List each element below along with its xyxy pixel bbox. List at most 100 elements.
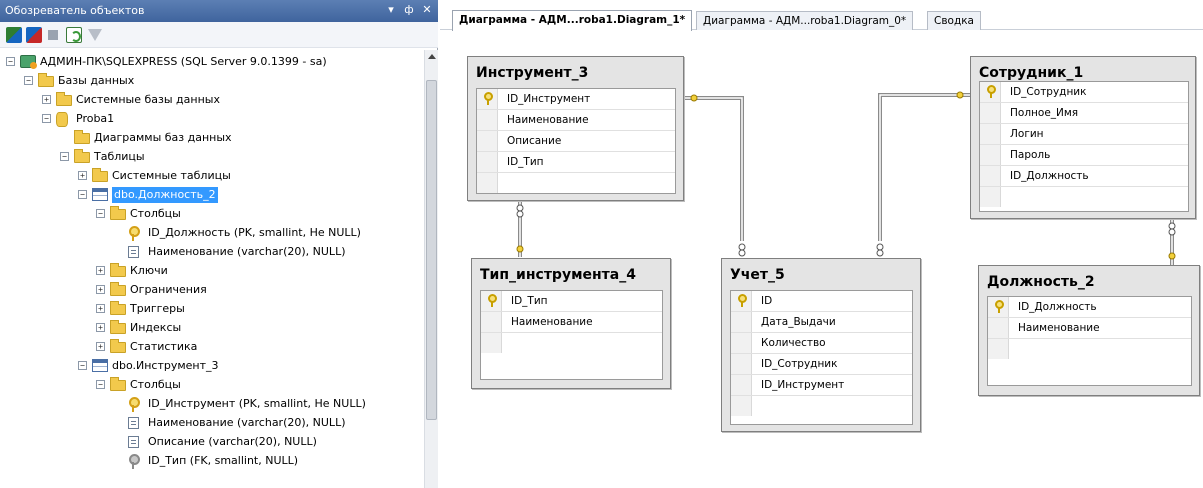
tab-diagram-1[interactable]: Диаграмма - АДМ...roba1.Diagram_1* xyxy=(452,10,693,31)
column-row[interactable]: ID_Должность xyxy=(988,297,1191,318)
column-row[interactable]: ID_Тип xyxy=(477,152,675,173)
column-row[interactable]: Пароль xyxy=(980,145,1188,166)
column-row[interactable]: Описание xyxy=(477,131,675,152)
column-row[interactable]: ID_Сотрудник xyxy=(980,82,1188,103)
column-row[interactable]: ID xyxy=(731,291,912,312)
column-row[interactable]: Полное_Имя xyxy=(980,103,1188,124)
row-selector[interactable] xyxy=(988,297,1009,317)
tree-node[interactable]: Наименование (varchar(20), NULL) xyxy=(0,414,420,433)
row-selector[interactable] xyxy=(477,131,498,151)
row-selector[interactable] xyxy=(731,396,752,416)
tab-diagram-0[interactable]: Диаграмма - АДМ...roba1.Diagram_0* xyxy=(696,11,914,30)
relationship-employee-position[interactable] xyxy=(1168,219,1176,265)
column-row-empty[interactable] xyxy=(980,187,1188,208)
relationship-employee-account[interactable] xyxy=(876,91,970,257)
row-selector[interactable] xyxy=(988,339,1009,359)
collapse-icon[interactable]: − xyxy=(60,152,69,161)
tree-node[interactable]: + Системные таблицы xyxy=(0,167,420,186)
column-row[interactable]: Логин xyxy=(980,124,1188,145)
row-selector[interactable] xyxy=(731,375,752,395)
tree-node[interactable]: + Ключи xyxy=(0,262,420,281)
column-row[interactable]: Количество xyxy=(731,333,912,354)
column-row[interactable]: ID_Сотрудник xyxy=(731,354,912,375)
table-position[interactable]: Должность_2 ID_Должность Наименование xyxy=(978,265,1200,396)
tree-node[interactable]: + Статистика xyxy=(0,338,420,357)
connect-icon[interactable] xyxy=(6,27,22,43)
row-selector[interactable] xyxy=(988,318,1009,338)
column-row-empty[interactable] xyxy=(988,339,1191,360)
close-icon[interactable]: ✕ xyxy=(420,3,434,16)
tree-node[interactable]: Наименование (varchar(20), NULL) xyxy=(0,243,420,262)
tree-vertical-scrollbar[interactable] xyxy=(424,50,438,488)
row-selector[interactable] xyxy=(980,187,1001,207)
column-row[interactable]: Наименование xyxy=(477,110,675,131)
collapse-icon[interactable]: − xyxy=(78,361,87,370)
tree-node[interactable]: − Proba1 xyxy=(0,110,420,129)
scroll-up-icon[interactable] xyxy=(428,54,436,59)
tree-node[interactable]: − Таблицы xyxy=(0,148,420,167)
tree-node[interactable]: + Системные базы данных xyxy=(0,91,420,110)
table-employee[interactable]: Сотрудник_1 ID_Сотрудник Полное_Имя Логин П… xyxy=(970,56,1196,219)
row-selector[interactable] xyxy=(477,110,498,130)
row-selector[interactable] xyxy=(980,124,1001,144)
expand-icon[interactable]: + xyxy=(96,342,105,351)
table-instrument[interactable]: Инструмент_3 ID_Инструмент Наименование Оп… xyxy=(467,56,684,201)
tree-node[interactable]: − Базы данных xyxy=(0,72,420,91)
column-row[interactable]: ID_Инструмент xyxy=(731,375,912,396)
tree-node[interactable]: ID_Инструмент (PK, smallint, Не NULL) xyxy=(0,395,420,414)
disconnect-icon[interactable] xyxy=(26,27,42,43)
tree-node[interactable]: Описание (varchar(20), NULL) xyxy=(0,433,420,452)
tree-node[interactable]: − dbo.Инструмент_3 xyxy=(0,357,420,376)
expand-icon[interactable]: + xyxy=(78,171,87,180)
row-selector[interactable] xyxy=(477,152,498,172)
expand-icon[interactable]: + xyxy=(96,304,105,313)
column-row[interactable]: Наименование xyxy=(988,318,1191,339)
expand-icon[interactable]: + xyxy=(42,95,51,104)
filter-icon[interactable] xyxy=(88,29,102,41)
expand-icon[interactable]: + xyxy=(96,285,105,294)
row-selector[interactable] xyxy=(980,82,1001,102)
column-row-empty[interactable] xyxy=(731,396,912,417)
tree-node[interactable]: ID_Должность (PK, smallint, Не NULL) xyxy=(0,224,420,243)
row-selector[interactable] xyxy=(477,173,498,193)
tab-summary[interactable]: Сводка xyxy=(927,11,981,30)
tree-node[interactable]: + Ограничения xyxy=(0,281,420,300)
row-selector[interactable] xyxy=(481,312,502,332)
collapse-icon[interactable]: − xyxy=(6,57,15,66)
column-row[interactable]: Дата_Выдачи xyxy=(731,312,912,333)
tree-node[interactable]: ID_Тип (FK, smallint, NULL) xyxy=(0,452,420,471)
column-row[interactable]: ID_Тип xyxy=(481,291,662,312)
tree-node[interactable]: Диаграммы баз данных xyxy=(0,129,420,148)
relationship-instrument-account[interactable] xyxy=(684,94,746,257)
tree-node[interactable]: − Столбцы xyxy=(0,376,420,395)
tree-node[interactable]: − dbo.Должность_2 xyxy=(0,186,420,205)
window-position-dropdown-icon[interactable]: ▾ xyxy=(384,3,398,16)
row-selector[interactable] xyxy=(477,89,498,109)
column-row[interactable]: ID_Инструмент xyxy=(477,89,675,110)
row-selector[interactable] xyxy=(731,312,752,332)
table-tooltype[interactable]: Тип_инструмента_4 ID_Тип Наименование xyxy=(471,258,671,389)
auto-hide-pin-icon[interactable]: ф xyxy=(402,3,416,16)
tree-node[interactable]: + Триггеры xyxy=(0,300,420,319)
tree-node[interactable]: − Столбцы xyxy=(0,205,420,224)
row-selector[interactable] xyxy=(980,103,1001,123)
column-row-empty[interactable] xyxy=(477,173,675,194)
column-row[interactable]: ID_Должность xyxy=(980,166,1188,187)
table-account[interactable]: Учет_5 ID Дата_Выдачи Количество ID_Сотрудн… xyxy=(721,258,921,432)
relationship-instrument-tooltype[interactable] xyxy=(516,201,524,257)
tree-node[interactable]: + Индексы xyxy=(0,319,420,338)
stop-icon[interactable] xyxy=(48,30,58,40)
collapse-icon[interactable]: − xyxy=(96,380,105,389)
scrollbar-thumb[interactable] xyxy=(426,80,437,420)
diagram-canvas[interactable]: Инструмент_3 ID_Инструмент Наименование Оп… xyxy=(440,31,1203,488)
row-selector[interactable] xyxy=(481,333,502,353)
column-row[interactable]: Наименование xyxy=(481,312,662,333)
row-selector[interactable] xyxy=(980,166,1001,186)
expand-icon[interactable]: + xyxy=(96,323,105,332)
collapse-icon[interactable]: − xyxy=(78,190,87,199)
row-selector[interactable] xyxy=(980,145,1001,165)
row-selector[interactable] xyxy=(481,291,502,311)
refresh-icon[interactable] xyxy=(66,27,82,43)
collapse-icon[interactable]: − xyxy=(42,114,51,123)
collapse-icon[interactable]: − xyxy=(96,209,105,218)
